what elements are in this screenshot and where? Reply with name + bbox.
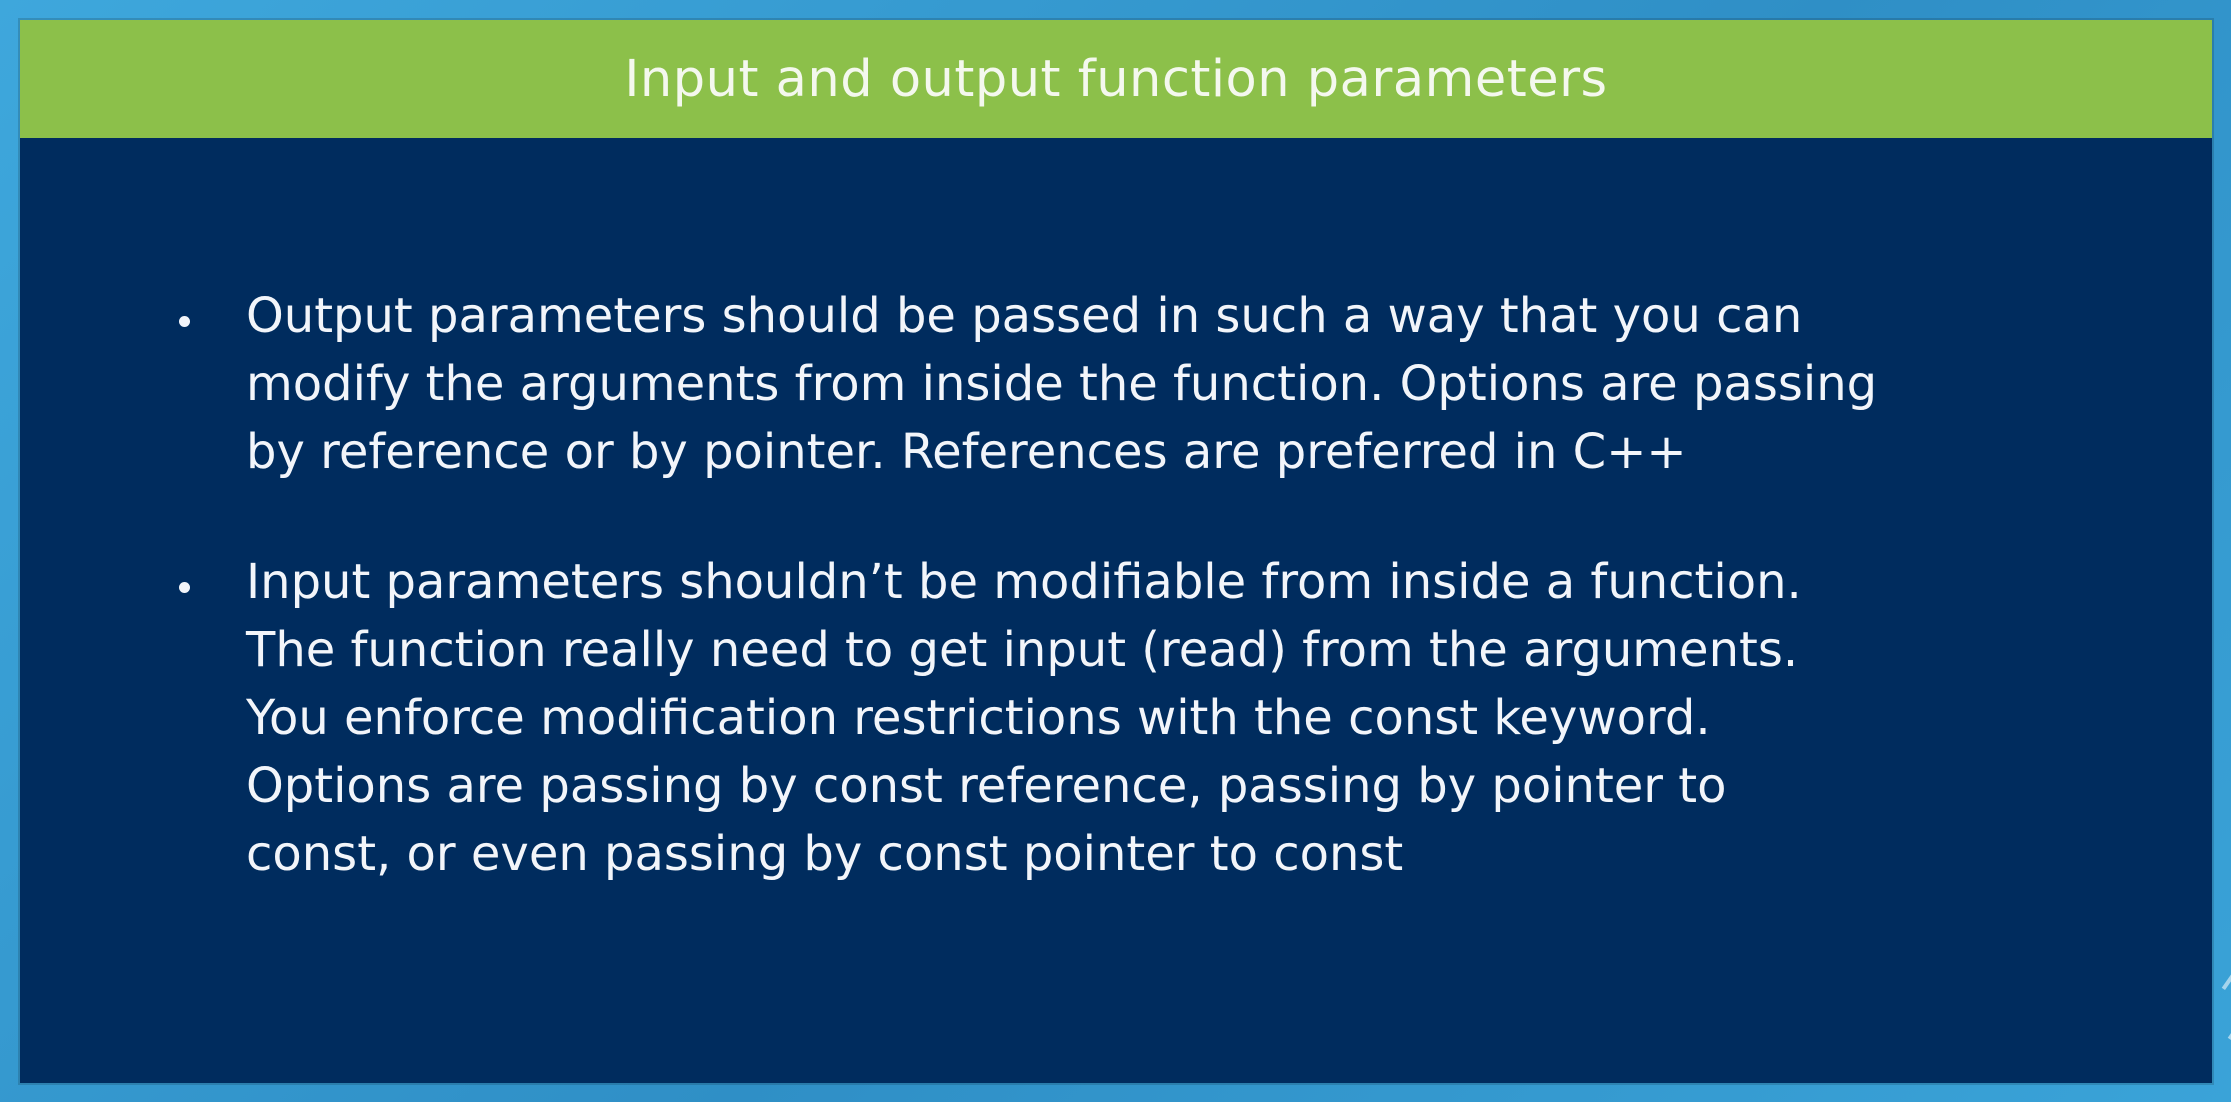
title-bar: Input and output function parameters	[20, 20, 2212, 138]
bullet-item-input-parameters: Input parameters shouldn’t be modifiable…	[158, 548, 2148, 888]
bullet-list: Output parameters should be passed in su…	[158, 282, 2148, 950]
slide-title: Input and output function parameters	[624, 49, 1608, 109]
presentation-frame: Input and output function parameters Out…	[0, 0, 2231, 1102]
decorative-stripe	[2221, 889, 2231, 990]
slide: Input and output function parameters Out…	[20, 20, 2212, 1083]
bullet-dot-icon	[179, 316, 190, 327]
bullet-text: Input parameters shouldn’t be modifiable…	[246, 554, 1802, 882]
bullet-dot-icon	[179, 582, 190, 593]
bullet-text: Output parameters should be passed in su…	[246, 288, 1878, 480]
bullet-item-output-parameters: Output parameters should be passed in su…	[158, 282, 2148, 486]
